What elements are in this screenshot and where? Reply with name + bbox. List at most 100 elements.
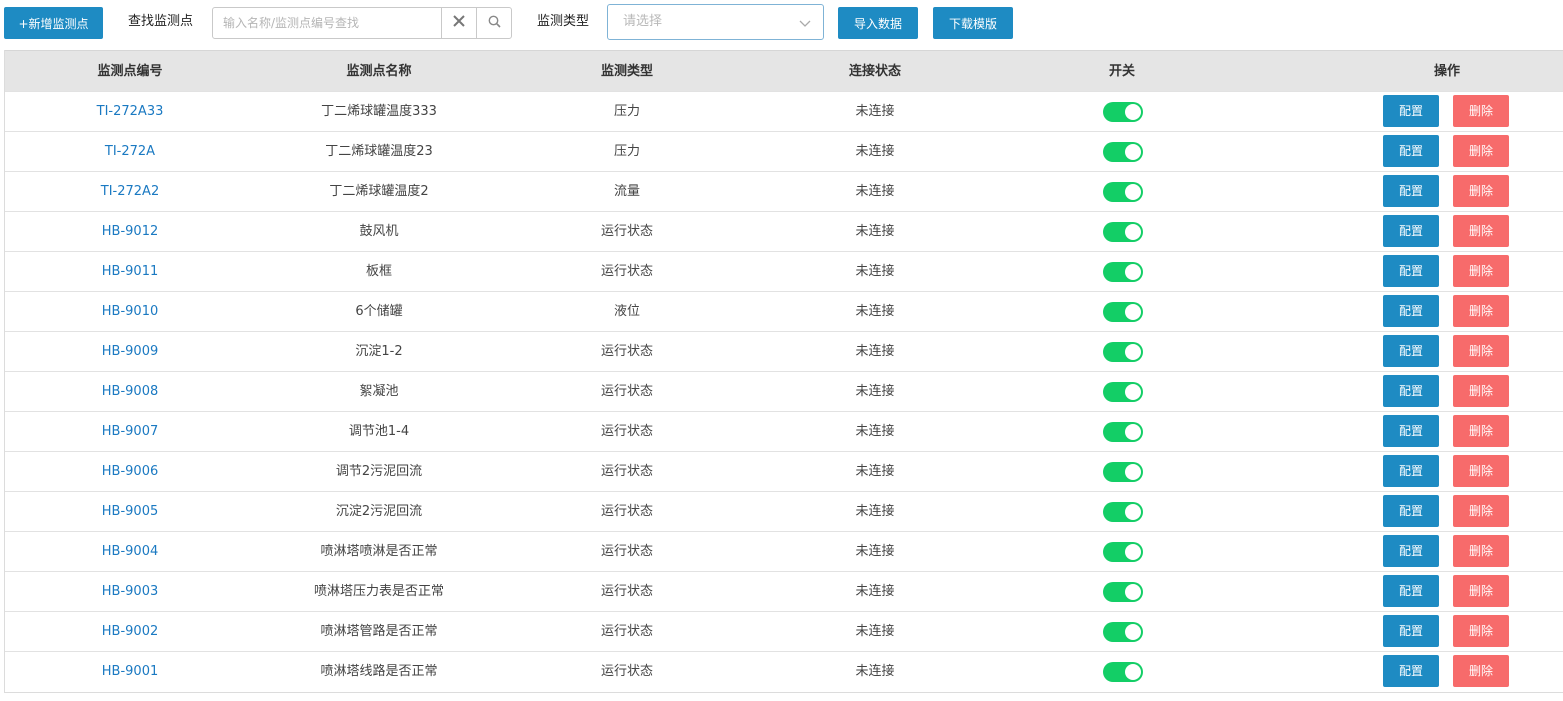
cell-code[interactable]: HB-9006 [30, 452, 230, 491]
cell-code[interactable]: TI-272A2 [30, 172, 230, 211]
cell-name: 沉淀1-2 [355, 344, 403, 359]
delete-button[interactable]: 删除 [1453, 495, 1509, 527]
switch-knob [1125, 424, 1141, 440]
delete-button[interactable]: 删除 [1453, 615, 1509, 647]
delete-button[interactable]: 删除 [1453, 655, 1509, 687]
config-button[interactable]: 配置 [1383, 415, 1439, 447]
add-monitor-point-button[interactable]: +新增监测点 [4, 7, 103, 39]
switch-toggle[interactable] [1103, 502, 1143, 522]
switch-toggle[interactable] [1103, 542, 1143, 562]
cell-status: 未连接 [855, 384, 895, 399]
cell-code[interactable]: HB-9009 [30, 332, 230, 371]
switch-toggle[interactable] [1103, 462, 1143, 482]
delete-button[interactable]: 删除 [1453, 215, 1509, 247]
cell-code[interactable]: HB-9004 [30, 532, 230, 571]
cell-status: 未连接 [855, 264, 895, 279]
switch-toggle[interactable] [1103, 622, 1143, 642]
config-button[interactable]: 配置 [1383, 455, 1439, 487]
cell-name: 沉淀2污泥回流 [335, 504, 423, 519]
cell-code[interactable]: TI-272A [30, 132, 230, 171]
switch-toggle[interactable] [1103, 422, 1143, 442]
config-button[interactable]: 配置 [1383, 495, 1439, 527]
delete-button[interactable]: 删除 [1453, 375, 1509, 407]
cell-code[interactable]: HB-9003 [30, 572, 230, 611]
cell-status: 未连接 [855, 224, 895, 239]
config-button[interactable]: 配置 [1383, 335, 1439, 367]
switch-toggle[interactable] [1103, 582, 1143, 602]
cell-status: 未连接 [855, 664, 895, 679]
cell-code[interactable]: HB-9005 [30, 492, 230, 531]
config-button[interactable]: 配置 [1383, 255, 1439, 287]
switch-toggle[interactable] [1103, 262, 1143, 282]
delete-button[interactable]: 删除 [1453, 295, 1509, 327]
switch-toggle[interactable] [1103, 102, 1143, 122]
delete-button[interactable]: 删除 [1453, 415, 1509, 447]
search-input[interactable] [213, 8, 441, 38]
config-button[interactable]: 配置 [1383, 135, 1439, 167]
config-button[interactable]: 配置 [1383, 295, 1439, 327]
clear-search-button[interactable] [441, 8, 476, 38]
cell-name: 丁二烯球罐温度333 [321, 104, 437, 119]
header-actions: 操作 [1433, 64, 1460, 79]
header-switch: 开关 [1108, 64, 1135, 79]
switch-knob [1125, 544, 1141, 560]
delete-button[interactable]: 删除 [1453, 335, 1509, 367]
switch-toggle[interactable] [1103, 222, 1143, 242]
switch-knob [1125, 304, 1141, 320]
config-button[interactable]: 配置 [1383, 615, 1439, 647]
cell-status: 未连接 [855, 344, 895, 359]
cell-code[interactable]: HB-9012 [30, 212, 230, 251]
cell-type: 流量 [613, 184, 640, 199]
config-button[interactable]: 配置 [1383, 655, 1439, 687]
switch-toggle[interactable] [1103, 182, 1143, 202]
table-header: 监测点编号 监测点名称 监测类型 连接状态 开关 操作 [5, 50, 1563, 91]
table-row: HB-9001 喷淋塔线路是否正常 运行状态 未连接 配置 删除 [5, 651, 1563, 691]
config-button[interactable]: 配置 [1383, 175, 1439, 207]
config-button[interactable]: 配置 [1383, 215, 1439, 247]
cell-code[interactable]: TI-272A33 [30, 92, 230, 131]
cell-code[interactable]: HB-9007 [30, 412, 230, 451]
cell-code[interactable]: HB-9002 [30, 612, 230, 651]
cell-name: 调节2污泥回流 [335, 464, 423, 479]
cell-type: 运行状态 [600, 424, 653, 439]
cell-status: 未连接 [855, 424, 895, 439]
table-row: HB-9005 沉淀2污泥回流 运行状态 未连接 配置 删除 [5, 491, 1563, 531]
config-button[interactable]: 配置 [1383, 535, 1439, 567]
config-button[interactable]: 配置 [1383, 375, 1439, 407]
switch-toggle[interactable] [1103, 342, 1143, 362]
search-button[interactable] [476, 8, 511, 38]
cell-code[interactable]: HB-9008 [30, 372, 230, 411]
cell-type: 运行状态 [600, 384, 653, 399]
config-button[interactable]: 配置 [1383, 95, 1439, 127]
delete-button[interactable]: 删除 [1453, 135, 1509, 167]
cell-code[interactable]: HB-9011 [30, 252, 230, 291]
config-button[interactable]: 配置 [1383, 575, 1439, 607]
delete-button[interactable]: 删除 [1453, 535, 1509, 567]
delete-button[interactable]: 删除 [1453, 575, 1509, 607]
delete-button[interactable]: 删除 [1453, 175, 1509, 207]
cell-name: 调节池1-4 [348, 424, 410, 439]
switch-toggle[interactable] [1103, 142, 1143, 162]
cell-code[interactable]: HB-9010 [30, 292, 230, 331]
cell-code[interactable]: HB-9001 [30, 652, 230, 691]
delete-button[interactable]: 删除 [1453, 455, 1509, 487]
table-row: HB-9011 板框 运行状态 未连接 配置 删除 [5, 251, 1563, 291]
type-select[interactable]: 请选择 [607, 4, 824, 40]
download-template-button[interactable]: 下载模版 [933, 7, 1013, 39]
cell-status: 未连接 [855, 304, 895, 319]
delete-button[interactable]: 删除 [1453, 95, 1509, 127]
delete-button[interactable]: 删除 [1453, 255, 1509, 287]
header-name: 监测点名称 [346, 64, 412, 79]
switch-toggle[interactable] [1103, 302, 1143, 322]
cell-name: 喷淋塔喷淋是否正常 [320, 544, 438, 559]
switch-knob [1125, 624, 1141, 640]
cell-name: 喷淋塔管路是否正常 [320, 624, 438, 639]
table-row: HB-9010 6个储罐 液位 未连接 配置 删除 [5, 291, 1563, 331]
import-data-button[interactable]: 导入数据 [838, 7, 918, 39]
switch-toggle[interactable] [1103, 662, 1143, 682]
switch-toggle[interactable] [1103, 382, 1143, 402]
table-row: HB-9002 喷淋塔管路是否正常 运行状态 未连接 配置 删除 [5, 611, 1563, 651]
cell-name: 6个储罐 [355, 304, 403, 319]
switch-knob [1125, 224, 1141, 240]
header-code: 监测点编号 [97, 64, 163, 79]
